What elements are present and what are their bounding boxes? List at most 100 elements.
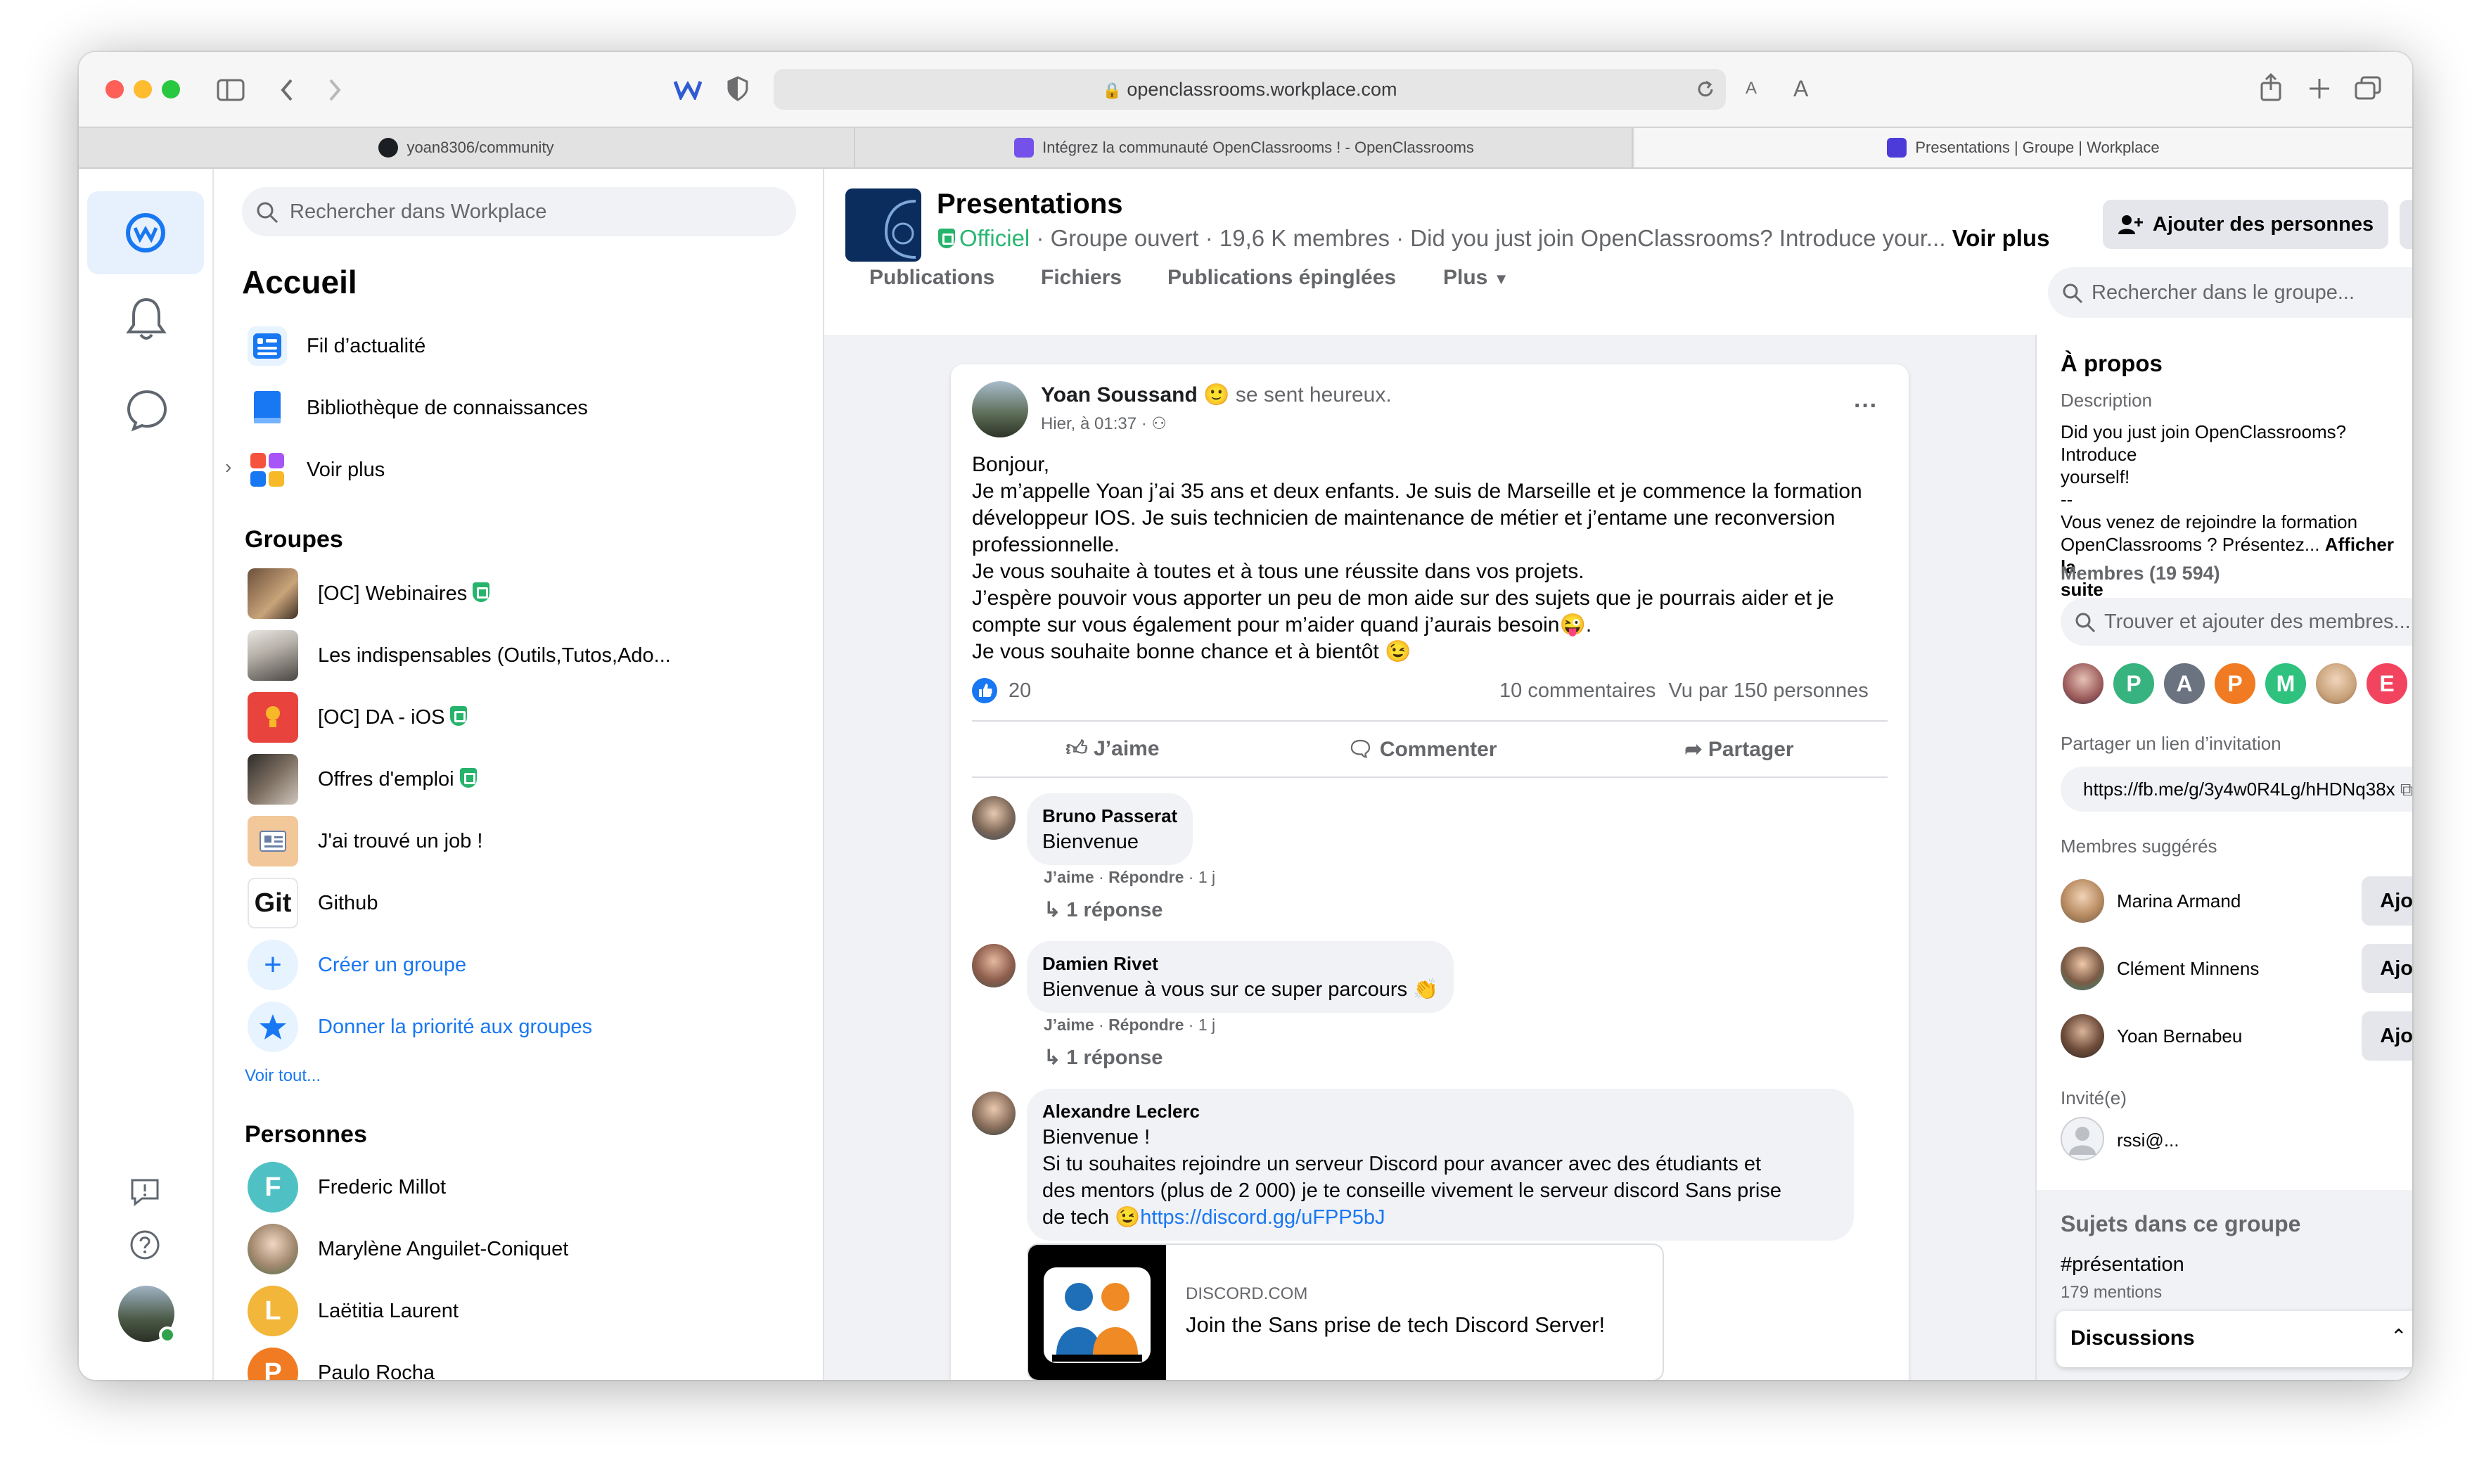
invited-user[interactable]: rssi@... — [2117, 1130, 2179, 1151]
chevron-up-icon[interactable]: ⌄ — [2390, 1324, 2407, 1347]
add-member-button[interactable]: Ajouter — [2362, 944, 2412, 993]
discord-link[interactable]: https://discord.gg/uFPP5bJ — [1140, 1206, 1385, 1229]
comments-count[interactable]: 10 commentaires — [1499, 679, 1656, 702]
suggested-member-name[interactable]: Clément Minnens — [2117, 958, 2259, 980]
topic-hashtag[interactable]: #présentation — [2061, 1253, 2184, 1277]
link-preview-card[interactable]: DISCORD.COM Join the Sans prise de tech … — [1027, 1243, 1664, 1380]
members-label[interactable]: Membres (19 594) — [2061, 563, 2220, 584]
privacy-shield-icon[interactable] — [727, 76, 748, 101]
post-time[interactable]: Hier, à 01:37 · ⚇ — [1041, 414, 1167, 434]
group-cover-thumbnail[interactable] — [845, 188, 921, 262]
author-avatar[interactable] — [972, 381, 1028, 437]
rail-home-button[interactable] — [87, 191, 204, 274]
tab-more[interactable]: Plus ▼ — [1443, 266, 1509, 290]
sidebar-person[interactable]: L Laëtitia Laurent — [248, 1284, 459, 1338]
text-smaller-button[interactable]: A — [1746, 80, 1757, 97]
tab-overview-icon[interactable] — [2355, 76, 2381, 101]
sidebar-group-offres-emploi[interactable]: Offres d'emploi — [248, 753, 477, 806]
commenter-avatar[interactable] — [972, 944, 1016, 987]
reload-icon[interactable] — [1695, 79, 1716, 100]
text-larger-button[interactable]: A — [1793, 77, 1808, 100]
view-replies-link[interactable]: ↳ 1 réponse — [1044, 1045, 1163, 1070]
forward-icon[interactable] — [326, 77, 343, 103]
like-reaction-icon[interactable] — [972, 678, 997, 703]
invite-link-field[interactable]: https://fb.me/g/3y4w0R4Lg/hHDNq38x ⧉ — [2061, 767, 2412, 812]
member-avatar[interactable]: P — [2111, 661, 2156, 706]
feedback-icon[interactable] — [129, 1176, 160, 1207]
notifications-bell-icon[interactable] — [125, 295, 167, 342]
comment-button[interactable]: 🗨︎ Commenter — [1347, 737, 1497, 762]
sidebar-group-github[interactable]: Git Github — [248, 876, 378, 930]
extension-w-icon[interactable] — [674, 79, 702, 100]
author-name[interactable]: Yoan Soussand — [1041, 383, 1198, 407]
view-replies-link[interactable]: ↳ 1 réponse — [1044, 897, 1163, 922]
suggested-member-avatar[interactable] — [2061, 947, 2104, 990]
back-icon[interactable] — [278, 77, 295, 103]
sidebar-item-news-feed[interactable]: Fil d’actualité — [248, 319, 425, 373]
member-avatar[interactable]: E — [2364, 661, 2409, 706]
sidebar-group-indispensables[interactable]: Les indispensables (Outils,Tutos,Ado... — [248, 629, 671, 682]
sidebar-person[interactable]: F Frederic Millot — [248, 1160, 446, 1214]
member-avatar[interactable] — [2314, 661, 2359, 706]
chat-bubble-icon[interactable] — [125, 388, 169, 432]
tab-workplace[interactable]: Presentations | Groupe | Workplace — [1634, 128, 2412, 167]
minimize-window-button[interactable] — [134, 80, 152, 98]
member-avatar[interactable] — [2061, 661, 2106, 706]
like-button[interactable]: 👍︎ J’aime — [1065, 736, 1159, 762]
chevron-right-icon[interactable]: › — [225, 456, 231, 478]
tab-publications[interactable]: Publications — [869, 266, 994, 290]
commenter-name[interactable]: Alexandre Leclerc — [1042, 1099, 1838, 1124]
find-members-input[interactable]: Trouver et ajouter des membres... — [2061, 598, 2412, 646]
group-name[interactable]: Presentations — [937, 188, 1123, 220]
group-search-input[interactable]: Rechercher dans le groupe... — [2048, 267, 2412, 318]
share-button[interactable]: ➦ Partager — [1684, 737, 1793, 762]
commenter-name[interactable]: Damien Rivet — [1042, 951, 1438, 976]
suggested-member-name[interactable]: Marina Armand — [2117, 890, 2241, 912]
post-options-icon[interactable]: ··· — [1854, 392, 1878, 420]
sidebar-toggle-icon[interactable] — [217, 79, 245, 101]
sidebar-group-trouve-job[interactable]: J'ai trouvé un job ! — [248, 814, 482, 868]
commenter-avatar[interactable] — [972, 1092, 1016, 1135]
close-window-button[interactable] — [105, 80, 124, 98]
help-icon[interactable] — [129, 1229, 160, 1260]
zoom-window-button[interactable] — [162, 80, 180, 98]
comment-reply-link[interactable]: Répondre — [1108, 868, 1184, 886]
discussions-dropdown[interactable]: Discussions — [2056, 1311, 2412, 1367]
create-group-link[interactable]: + Créer un groupe — [248, 938, 466, 992]
likes-count[interactable]: 20 — [1008, 679, 1031, 703]
commenter-name[interactable]: Bruno Passerat — [1042, 803, 1177, 829]
suggested-member-name[interactable]: Yoan Bernabeu — [2117, 1025, 2242, 1047]
address-bar[interactable]: 🔒 openclassrooms.workplace.com — [774, 69, 1726, 110]
tab-files[interactable]: Fichiers — [1041, 266, 1122, 290]
seen-by-count[interactable]: Vu par 150 personnes — [1669, 679, 1869, 702]
new-tab-icon[interactable] — [2308, 77, 2331, 100]
sidebar-item-knowledge-library[interactable]: Bibliothèque de connaissances — [248, 381, 588, 435]
group-more-button[interactable]: ··· — [2400, 200, 2412, 249]
comment-like-link[interactable]: J’aime — [1044, 1016, 1094, 1034]
sidebar-person[interactable]: Marylène Anguilet-Coniquet — [248, 1222, 568, 1276]
comment-like-link[interactable]: J’aime — [1044, 868, 1094, 886]
commenter-avatar[interactable] — [972, 796, 1016, 840]
tab-openclassrooms[interactable]: Intégrez la communauté OpenClassrooms ! … — [857, 128, 1633, 167]
suggested-member-avatar[interactable] — [2061, 1014, 2104, 1058]
suggested-member-avatar[interactable] — [2061, 879, 2104, 923]
share-icon[interactable] — [2259, 73, 2283, 101]
sidebar-group-da-ios[interactable]: [OC] DA - iOS — [248, 691, 468, 744]
comment-reply-link[interactable]: Répondre — [1108, 1016, 1184, 1034]
sidebar-item-see-more[interactable]: Voir plus — [248, 443, 385, 497]
see-all-groups-link[interactable]: Voir tout... — [245, 1066, 321, 1086]
sidebar-person[interactable]: P Paulo Rocha — [248, 1346, 435, 1380]
see-more-link[interactable]: Voir plus — [1952, 225, 2050, 251]
prioritize-groups-link[interactable]: Donner la priorité aux groupes — [248, 1000, 592, 1054]
add-people-button[interactable]: Ajouter des personnes — [2103, 200, 2388, 249]
member-avatar[interactable]: A — [2162, 661, 2207, 706]
member-avatar[interactable]: M — [2263, 661, 2308, 706]
tab-pinned-posts[interactable]: Publications épinglées — [1167, 266, 1396, 290]
add-member-button[interactable]: Ajouter — [2362, 876, 2412, 926]
tab-github[interactable]: yoan8306/community — [79, 128, 855, 167]
workplace-search-input[interactable]: Rechercher dans Workplace — [242, 187, 796, 236]
sidebar-group-webinaires[interactable]: [OC] Webinaires — [248, 567, 490, 620]
add-member-button[interactable]: Ajouter — [2362, 1011, 2412, 1061]
member-avatar[interactable]: P — [2213, 661, 2258, 706]
copy-icon[interactable]: ⧉ — [2400, 779, 2412, 800]
